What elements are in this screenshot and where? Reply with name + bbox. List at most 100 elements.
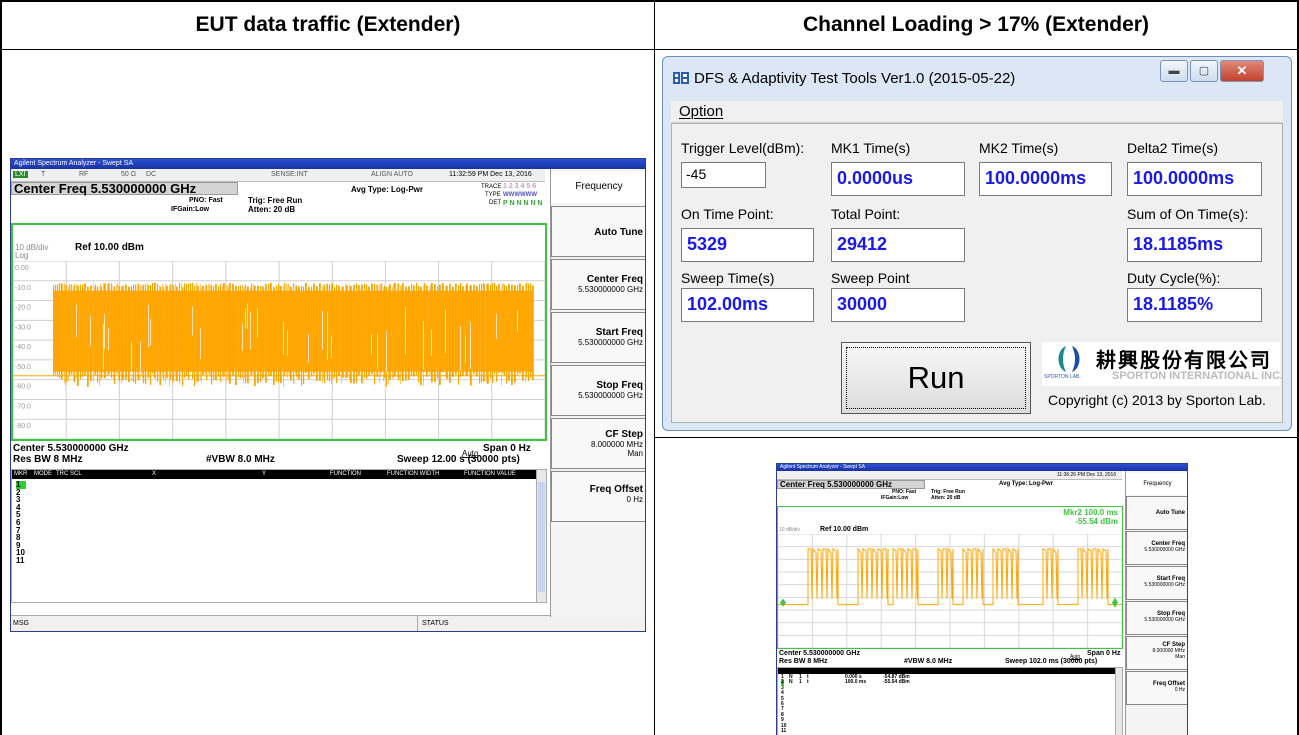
trace-burst bbox=[53, 285, 55, 376]
trace-burst bbox=[208, 284, 209, 375]
trace-burst bbox=[182, 286, 184, 386]
sa-small-scrollbar[interactable] bbox=[1115, 668, 1122, 735]
trace-burst bbox=[316, 286, 318, 381]
softkey-start-freq[interactable]: Start Freq 5.530000000 GHz bbox=[551, 312, 645, 363]
menu-option[interactable]: Option bbox=[679, 103, 723, 120]
trace-burst bbox=[101, 286, 103, 379]
sa-small-softkey-cf-step[interactable]: CF Step 8.000000 MHz Auto Man bbox=[1070, 636, 1187, 670]
status-t: T bbox=[41, 171, 46, 178]
menu-bar: Option bbox=[671, 101, 1283, 123]
trace-burst bbox=[398, 283, 400, 381]
maximize-button[interactable]: ▢ bbox=[1190, 60, 1218, 82]
minimize-button[interactable]: ▬ bbox=[1160, 60, 1188, 82]
trace-burst bbox=[290, 286, 292, 381]
softkey-center-freq[interactable]: Center Freq 5.530000000 GHz bbox=[551, 259, 645, 310]
trace-gap bbox=[131, 341, 132, 379]
table-col-header: FUNCTION bbox=[330, 471, 361, 477]
table-row: 11 bbox=[16, 555, 25, 565]
sa-small-status-row: 11:36:26 PM Dec 13, 2016 bbox=[777, 471, 1122, 480]
table-col-header: SCL bbox=[70, 471, 82, 477]
trace-burst bbox=[65, 284, 66, 386]
msg-label: MSG bbox=[13, 620, 29, 627]
trace-gap bbox=[103, 324, 104, 370]
trace-burst bbox=[244, 286, 245, 379]
trace-burst bbox=[338, 285, 340, 376]
softkey-stop-freq[interactable]: Stop Freq 5.530000000 GHz bbox=[551, 365, 645, 416]
trace-burst bbox=[226, 284, 227, 383]
trace-gap bbox=[257, 307, 258, 338]
trace-burst bbox=[211, 284, 213, 385]
sweep-time-value: 102.00ms bbox=[681, 288, 814, 322]
trace-burst bbox=[416, 282, 418, 375]
marker-1-diamond bbox=[780, 598, 786, 607]
trace-burst bbox=[87, 286, 89, 387]
trace-burst bbox=[57, 284, 59, 377]
trace-burst bbox=[530, 283, 532, 378]
trace-burst bbox=[364, 283, 366, 379]
close-button[interactable]: ✕ bbox=[1220, 60, 1264, 82]
header-right: Channel Loading > 17% (Extender) bbox=[655, 0, 1297, 50]
trace-burst bbox=[324, 284, 326, 384]
trace-burst bbox=[100, 283, 101, 381]
trace-burst bbox=[332, 283, 334, 380]
trace-gap bbox=[192, 306, 193, 336]
softkey-frequency: Frequency bbox=[551, 171, 645, 203]
status-label: STATUS bbox=[417, 616, 453, 631]
trace-burst bbox=[429, 286, 430, 377]
sa-small-softkey-center-freq[interactable]: Center Freq 5.530000000 GHz bbox=[1126, 531, 1187, 565]
trace-burst bbox=[356, 283, 358, 383]
sa-small-scale: 10 dB/div bbox=[779, 527, 800, 533]
sa-small-window-title: Agilent Spectrum Analyzer - Swept SA bbox=[777, 464, 1187, 471]
sa-small-atten: Atten: 20 dB bbox=[931, 495, 961, 501]
sa-small-trace-grid bbox=[777, 533, 1123, 649]
y-tick-label: -80.0 bbox=[15, 423, 31, 430]
run-button[interactable]: Run bbox=[841, 342, 1031, 414]
trace-burst bbox=[176, 286, 178, 382]
trace-burst bbox=[71, 284, 73, 375]
trace-burst bbox=[232, 283, 234, 377]
trace-burst bbox=[319, 283, 321, 381]
marker-table: MKR MODE TRC SCL X Y FUNCTION FUNCTION WIDTH FUN… bbox=[11, 469, 547, 603]
sa-small-marker-readout: Mkr2 100.0 ms -55.54 dBm bbox=[1063, 508, 1118, 526]
softkey-freq-offset[interactable]: Freq Offset 0 Hz bbox=[551, 471, 645, 522]
softkey-cf-step[interactable]: CF Step 8.000000 MHz Auto Man bbox=[462, 418, 645, 469]
sa-small-softkey-auto-tune[interactable]: Auto Tune bbox=[1126, 496, 1187, 530]
trace-burst bbox=[197, 285, 199, 382]
table-col-header: FUNCTION VALUE bbox=[464, 471, 516, 477]
trace-burst bbox=[311, 286, 313, 377]
trace-burst bbox=[514, 285, 516, 383]
sa-small-softkey-freq-offset[interactable]: Freq Offset 0 Hz bbox=[1126, 671, 1187, 705]
trig-label: Trig: Free Run bbox=[248, 196, 303, 205]
trace-burst bbox=[276, 285, 278, 382]
trace-burst bbox=[473, 284, 475, 374]
trace-burst bbox=[210, 284, 211, 378]
sa-small-softkey-start-freq[interactable]: Start Freq 5.530000000 GHz bbox=[1126, 566, 1187, 600]
sa-small-softkey-stop-freq[interactable]: Stop Freq 5.530000000 GHz bbox=[1126, 601, 1187, 635]
trace-burst bbox=[371, 283, 373, 374]
sa-small-vbw: #VBW 8.0 MHz bbox=[904, 658, 953, 665]
table-scrollbar[interactable] bbox=[536, 470, 546, 602]
trace-burst bbox=[201, 286, 202, 383]
sum-on-time-value: 18.1185ms bbox=[1127, 228, 1262, 262]
y-tick-label: -60.0 bbox=[15, 384, 31, 391]
trace-burst bbox=[296, 285, 298, 377]
trace-burst bbox=[218, 286, 220, 377]
status-sense: SENSE:INT bbox=[271, 171, 308, 178]
trace-burst bbox=[169, 285, 170, 387]
trace-gap bbox=[250, 311, 251, 349]
company-chinese-name: 耕興股份有限公司 bbox=[1096, 350, 1272, 372]
trace-burst bbox=[522, 285, 524, 381]
mk2-time-label: MK2 Time(s) bbox=[979, 140, 1059, 156]
trigger-level-input[interactable]: -45 bbox=[681, 162, 766, 188]
trace-burst bbox=[462, 286, 464, 376]
trace-burst bbox=[442, 282, 444, 373]
softkey-auto-tune[interactable]: Auto Tune bbox=[551, 206, 645, 257]
trace-gap bbox=[200, 327, 201, 360]
trace-burst bbox=[228, 286, 229, 381]
trace-burst bbox=[439, 284, 441, 385]
status-rf: RF bbox=[79, 171, 89, 178]
y-tick-label: -70.0 bbox=[15, 403, 31, 410]
trace-burst bbox=[494, 282, 496, 374]
spectrum-analyzer-small: Agilent Spectrum Analyzer - Swept SA 11:… bbox=[776, 463, 1188, 735]
trace-burst bbox=[253, 284, 254, 375]
